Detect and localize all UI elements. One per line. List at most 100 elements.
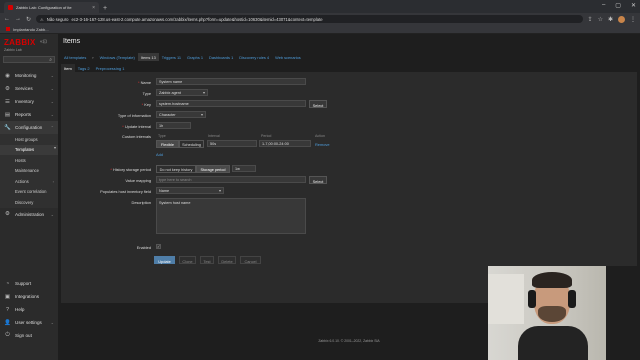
menu-sign-out[interactable]: ⏻ Sign out — [0, 329, 58, 342]
menu-inventory[interactable]: ☰ Inventory ⌄ — [0, 95, 58, 108]
new-tab-icon[interactable]: + — [103, 5, 107, 12]
submenu-host-groups[interactable]: Host groups — [0, 134, 58, 145]
menu-monitoring[interactable]: ◉ Monitoring ⌄ — [0, 69, 58, 82]
crumb-separator-icon: › — [92, 54, 94, 60]
history-do-not-keep-toggle[interactable]: Do not keep history — [156, 165, 196, 173]
menu-reports[interactable]: ▤ Reports ⌄ — [0, 108, 58, 121]
clone-button[interactable]: Clone — [179, 256, 196, 264]
sidebar-search-input[interactable]: ⌕ — [3, 56, 55, 63]
ci-type-header: Type — [158, 134, 166, 138]
menu-icon[interactable]: ⋮ — [630, 16, 636, 23]
server-name: Zabbix Lab — [4, 48, 22, 52]
name-input[interactable]: System name — [156, 78, 306, 85]
ci-interval-input[interactable]: 50s — [207, 140, 257, 147]
chevron-down-icon: ⌄ — [50, 112, 54, 117]
close-tab-icon[interactable]: × — [92, 5, 95, 11]
ci-period-header: Period — [261, 134, 272, 138]
key-input[interactable]: system.hostname — [156, 100, 306, 107]
collapse-sidebar-icon[interactable]: «⊡ — [40, 39, 47, 45]
type-select[interactable]: Zabbix agent — [156, 89, 208, 96]
menu-label: Administration — [15, 211, 45, 217]
menu-user-settings[interactable]: 👤 User settings ⌄ — [0, 316, 58, 329]
crumb-graphs[interactable]: Graphs 1 — [184, 53, 206, 61]
description-textarea[interactable]: System host name — [156, 198, 306, 234]
menu-administration[interactable]: ⚙ Administration ⌄ — [0, 208, 58, 221]
forward-icon[interactable]: → — [15, 16, 21, 22]
crumb-items[interactable]: Items 13 — [137, 53, 159, 61]
chevron-down-icon: ⌄ — [50, 211, 54, 217]
headphones-icon — [568, 290, 576, 308]
description-label: Description — [131, 200, 151, 205]
menu-services[interactable]: ⚙ Services ⌄ — [0, 82, 58, 95]
chevron-up-icon: ⌃ — [50, 125, 54, 130]
close-window-icon[interactable]: ✕ — [631, 2, 636, 9]
submenu-actions[interactable]: Actions › — [0, 176, 58, 187]
back-icon[interactable]: ← — [4, 16, 10, 22]
key-select-button[interactable]: Select — [309, 100, 327, 108]
test-button[interactable]: Test — [200, 256, 214, 264]
menu-support[interactable]: ◔ Support — [0, 277, 58, 290]
crumb-web-scenarios[interactable]: Web scenarios — [272, 53, 304, 61]
menu-label: Configuration — [15, 125, 43, 130]
ci-remove-link[interactable]: Remove — [315, 142, 330, 147]
ci-scheduling-toggle[interactable]: Scheduling — [179, 140, 204, 148]
update-interval-input[interactable]: 1h — [156, 122, 191, 129]
zabbix-logo[interactable]: ZABBIX — [4, 38, 36, 47]
profile-avatar[interactable] — [618, 15, 625, 23]
enabled-label: Enabled — [136, 245, 151, 250]
type-of-information-label: Type of information — [117, 113, 151, 118]
value-mapping-label: Value mapping — [125, 178, 151, 183]
submenu-discovery[interactable]: Discovery — [0, 197, 58, 208]
enabled-checkbox[interactable]: ✓ — [156, 244, 161, 249]
cancel-button[interactable]: Cancel — [240, 256, 261, 264]
submenu-hosts[interactable]: Hosts — [0, 155, 58, 166]
crumb-template[interactable]: Windows (Template) — [97, 53, 138, 61]
ci-period-input[interactable]: 1-7,00:00-24:00 — [259, 140, 311, 147]
menu-configuration[interactable]: 🔧 Configuration ⌃ — [0, 121, 58, 134]
type-of-information-select[interactable]: Character — [156, 111, 206, 118]
crumb-triggers[interactable]: Triggers 11 — [159, 53, 184, 61]
ci-add-link[interactable]: Add — [156, 152, 163, 157]
update-button[interactable]: Update — [154, 256, 175, 264]
submenu-maintenance[interactable]: Maintenance — [0, 166, 58, 177]
breadcrumb: All templates › Windows (Template) Items… — [61, 53, 304, 61]
history-period-input[interactable]: 1w — [232, 165, 256, 172]
zabbix-favicon-icon — [8, 5, 13, 10]
extensions-icon[interactable]: ✱ — [608, 16, 613, 23]
menu-label: Reports — [15, 112, 32, 117]
crumb-dashboards[interactable]: Dashboards 1 — [206, 53, 236, 61]
menu-label: Monitoring — [15, 73, 37, 78]
share-icon[interactable]: ⇪ — [588, 16, 593, 23]
ci-action-header: Action — [315, 134, 325, 138]
window-controls: – ▢ ✕ — [602, 2, 636, 9]
ci-interval-header: Interval — [208, 134, 220, 138]
crumb-discovery-rules[interactable]: Discovery rules 4 — [236, 53, 272, 61]
browser-tab[interactable]: Zabbix Lab: Configuration of ite × — [4, 2, 99, 13]
menu-label: Services — [15, 86, 33, 91]
history-storage-period-toggle[interactable]: Storage period — [196, 165, 230, 173]
crumb-all-templates[interactable]: All templates — [61, 53, 89, 61]
minimize-icon[interactable]: – — [602, 2, 605, 9]
value-mapping-input[interactable]: type here to search — [156, 176, 306, 183]
menu-label: User settings — [15, 320, 42, 325]
star-icon[interactable]: ☆ — [598, 16, 603, 23]
url-bar[interactable]: ⚠ Não seguro ec2-3-16-167-128.us-east-2.… — [36, 15, 583, 23]
submenu-templates[interactable]: Templates — [0, 144, 58, 155]
reload-icon[interactable]: ↻ — [26, 16, 31, 23]
delete-button[interactable]: Delete — [218, 256, 236, 264]
menu-label: Inventory — [15, 99, 34, 104]
webcam-person-beard — [538, 306, 566, 322]
submenu-event-correlation[interactable]: Event correlation — [0, 187, 58, 198]
headphones-icon — [528, 290, 536, 308]
menu-integrations[interactable]: ▣ Integrations — [0, 290, 58, 303]
menu-label: Help — [15, 307, 25, 312]
bookmarks-bar: Implantando Zabb... — [0, 25, 640, 34]
maximize-icon[interactable]: ▢ — [615, 2, 621, 9]
type-label: Type — [142, 91, 151, 96]
value-mapping-select-button[interactable]: Select — [309, 176, 327, 184]
bookmark-item[interactable]: Implantando Zabb... — [13, 27, 49, 32]
inventory-field-select[interactable]: Name — [156, 187, 224, 194]
ci-flexible-toggle[interactable]: Flexible — [156, 140, 179, 148]
menu-help[interactable]: ? Help — [0, 303, 58, 316]
security-label: Não seguro — [46, 16, 69, 22]
